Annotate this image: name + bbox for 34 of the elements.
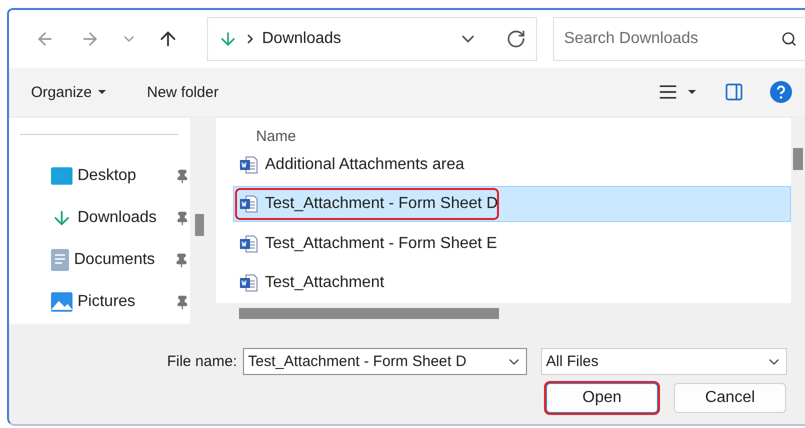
location-text: Downloads (262, 30, 342, 48)
sidebar-item[interactable]: Pictures (9, 281, 190, 323)
monitor-icon (51, 167, 72, 185)
word-document-icon (239, 154, 259, 175)
dialog-button[interactable]: Open (546, 383, 658, 413)
sidebar-item[interactable]: Downloads (9, 197, 190, 239)
file-row[interactable]: Test_Attachment - Form Sheet D (233, 186, 791, 222)
address-bar[interactable]: Downloads (207, 17, 537, 61)
sidebar-item[interactable]: Documents (9, 239, 190, 281)
refresh-icon[interactable] (506, 29, 526, 49)
file-name-field[interactable]: Test_Attachment - Form Sheet D (243, 348, 527, 375)
preview-pane-button[interactable] (724, 82, 744, 102)
help-icon[interactable] (770, 81, 792, 103)
scrollbar-thumb[interactable] (239, 308, 499, 319)
dialog-button[interactable]: Cancel (674, 383, 786, 413)
word-document-icon (239, 194, 259, 214)
file-type-dropdown[interactable]: All Files (541, 348, 787, 375)
word-document-icon (239, 273, 259, 294)
search-bar[interactable]: Search Downloads (553, 17, 805, 61)
file-name-label: File name: (166, 353, 237, 370)
organize-menu[interactable]: Organize (31, 80, 106, 104)
document-icon (51, 249, 69, 271)
file-row[interactable]: Test_Attachment - Form Sheet E (233, 226, 791, 262)
sidebar-item[interactable]: Desktop (9, 155, 190, 197)
word-document-icon (239, 234, 259, 254)
new-folder-button[interactable]: New folder (146, 80, 219, 104)
scrollbar-thumb[interactable] (793, 148, 803, 170)
chevron-icon (246, 34, 254, 44)
file-row[interactable]: Test_Attachment (233, 265, 791, 301)
picture-icon (51, 292, 72, 312)
scrollbar-thumb[interactable] (195, 214, 204, 236)
search-icon[interactable] (781, 31, 797, 47)
file-row[interactable]: Additional Attachments area (233, 146, 791, 182)
name-column-header[interactable]: Name (256, 128, 296, 145)
